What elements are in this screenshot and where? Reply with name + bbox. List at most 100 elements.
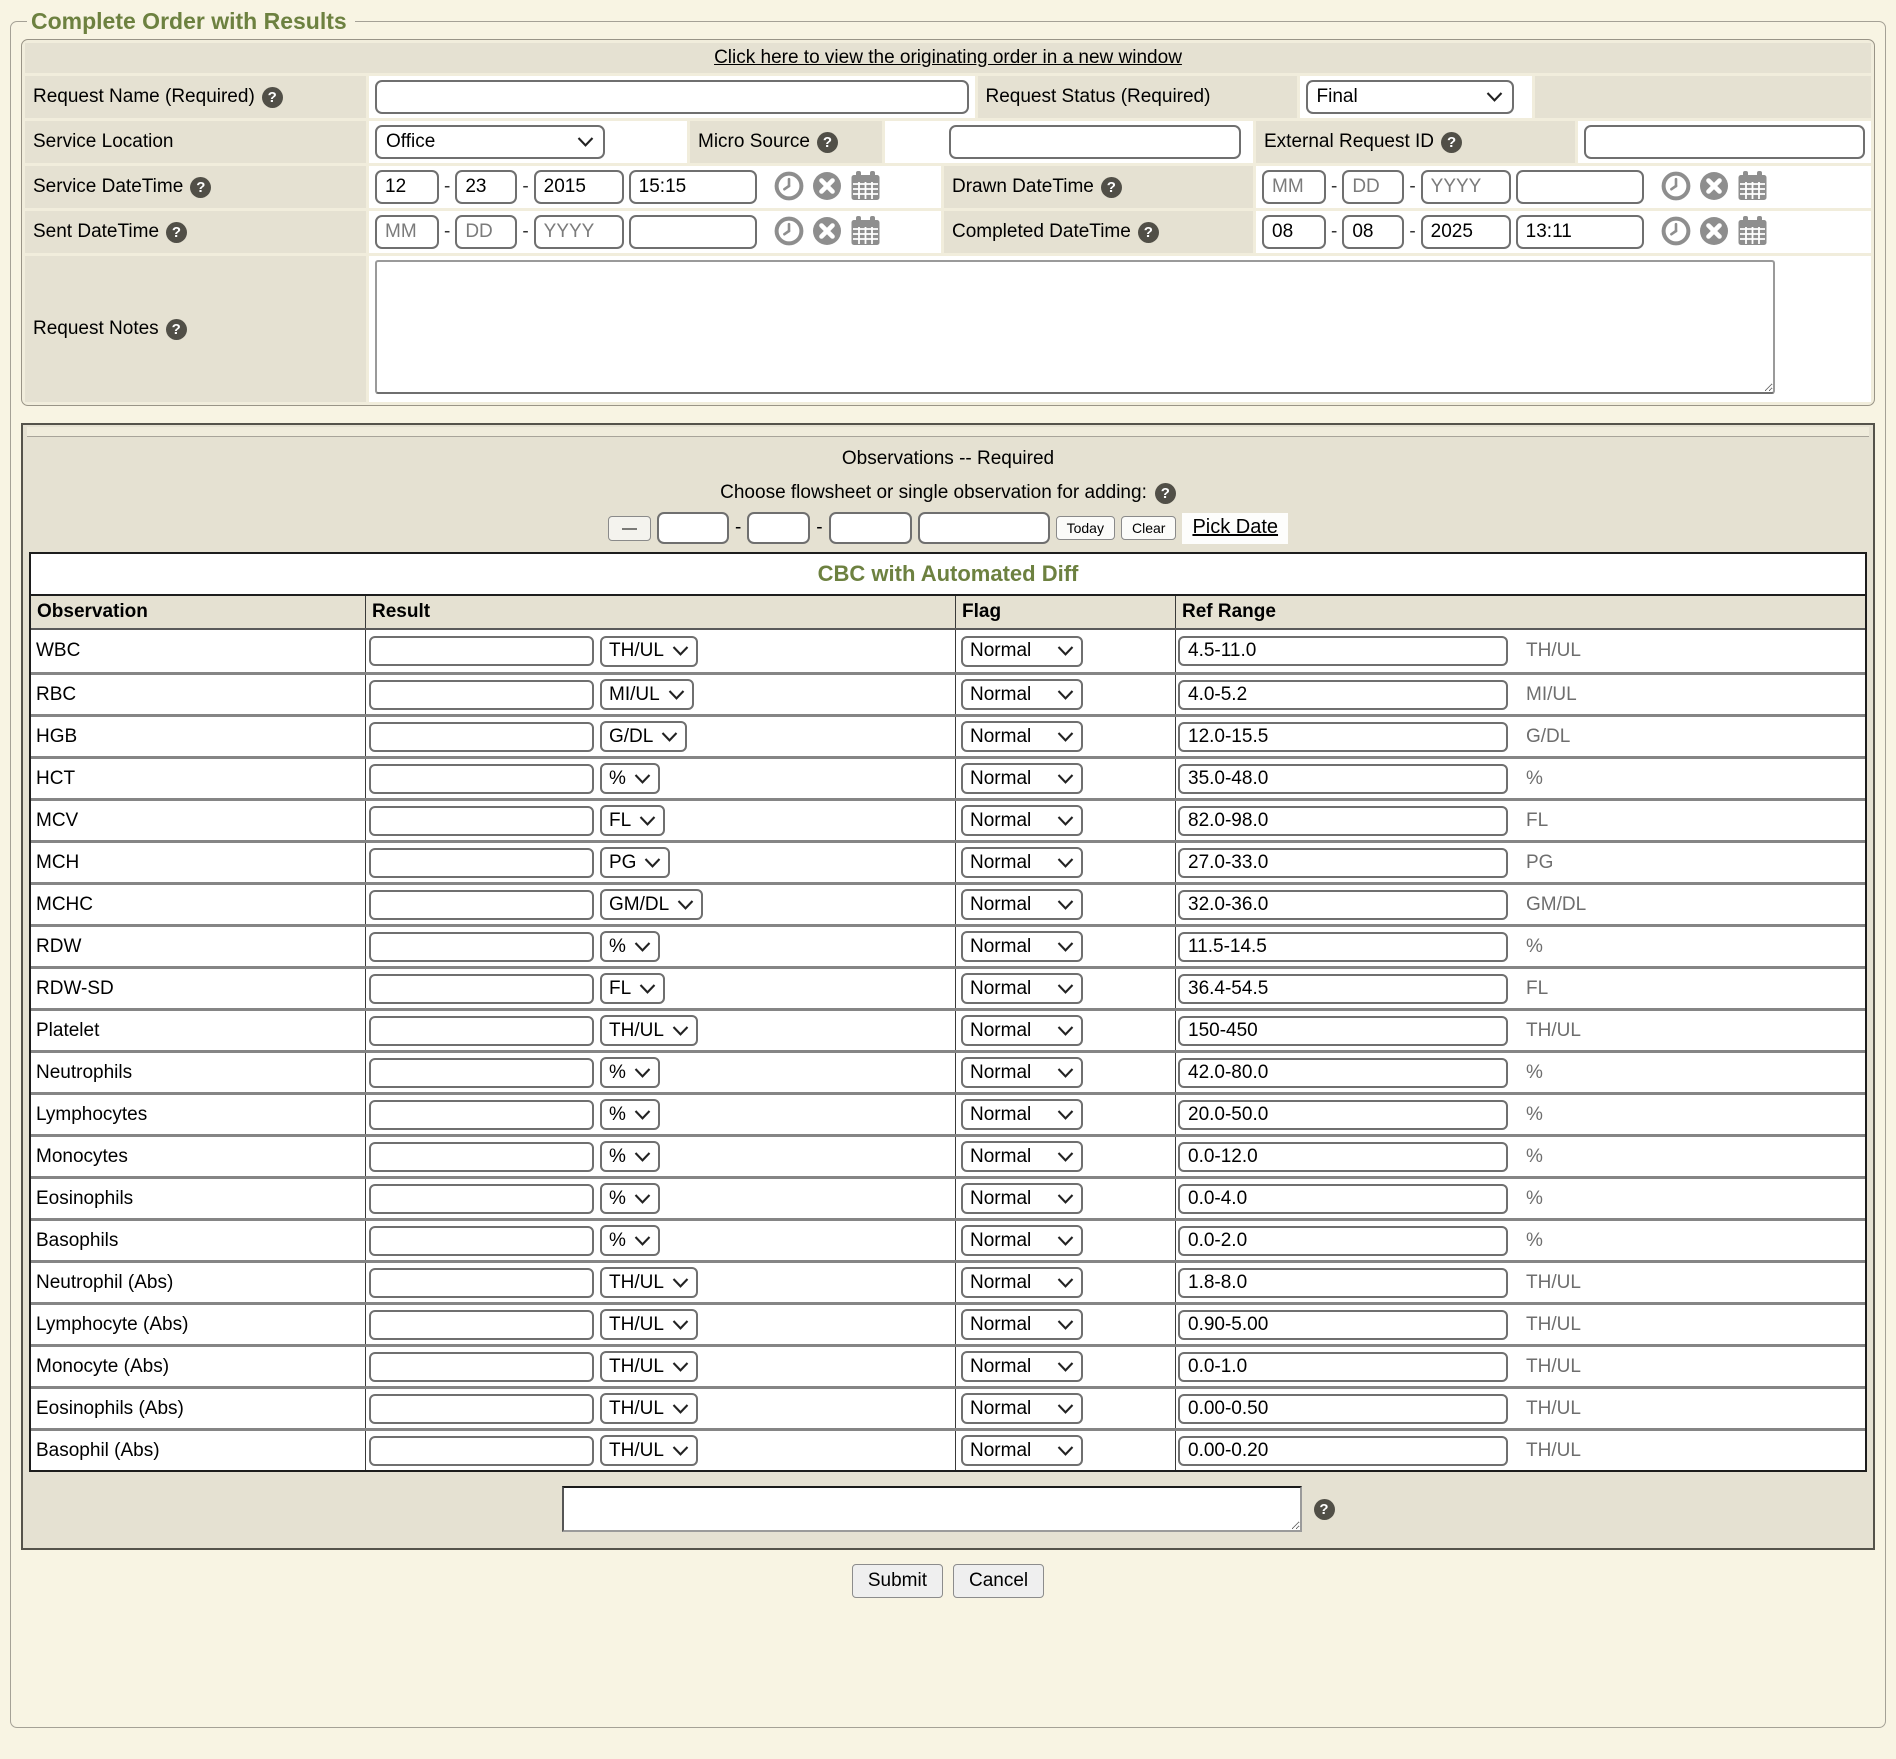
service-location-select[interactable]: Office (375, 125, 605, 159)
flag-select[interactable]: Normal (961, 1141, 1083, 1172)
result-input[interactable] (369, 764, 594, 794)
cancel-button[interactable]: Cancel (953, 1564, 1044, 1598)
service-time-input[interactable] (629, 170, 757, 204)
sent-month-input[interactable] (375, 215, 439, 249)
time-picker-button[interactable] (1661, 171, 1691, 204)
result-input[interactable] (369, 1016, 594, 1046)
result-unit-select[interactable]: MI/UL (600, 679, 694, 710)
result-input[interactable] (369, 680, 594, 710)
help-icon[interactable]: ? (166, 319, 187, 340)
drawn-time-input[interactable] (1516, 170, 1644, 204)
clear-datetime-button[interactable] (812, 216, 842, 249)
drawn-month-input[interactable] (1262, 170, 1326, 204)
ref-range-input[interactable] (1178, 1100, 1508, 1130)
help-icon[interactable]: ? (166, 222, 187, 243)
result-input[interactable] (369, 1394, 594, 1424)
result-unit-select[interactable]: TH/UL (600, 1015, 698, 1046)
help-icon[interactable]: ? (817, 132, 838, 153)
ref-range-input[interactable] (1178, 932, 1508, 962)
ref-range-input[interactable] (1178, 1184, 1508, 1214)
completed-year-input[interactable] (1421, 215, 1511, 249)
ref-range-input[interactable] (1178, 1352, 1508, 1382)
help-icon[interactable]: ? (262, 87, 283, 108)
ref-range-input[interactable] (1178, 764, 1508, 794)
flag-select[interactable]: Normal (961, 889, 1083, 920)
service-day-input[interactable] (455, 170, 517, 204)
ref-range-input[interactable] (1178, 680, 1508, 710)
flag-select[interactable]: Normal (961, 721, 1083, 752)
help-icon[interactable]: ? (1138, 222, 1159, 243)
completed-time-input[interactable] (1516, 215, 1644, 249)
flag-select[interactable]: Normal (961, 1015, 1083, 1046)
time-picker-button[interactable] (774, 216, 804, 249)
result-unit-select[interactable]: TH/UL (600, 1435, 698, 1466)
flag-select[interactable]: Normal (961, 847, 1083, 878)
flag-select[interactable]: Normal (961, 763, 1083, 794)
request-status-select[interactable]: Final (1306, 80, 1514, 114)
external-request-id-input[interactable] (1584, 125, 1865, 159)
time-picker-button[interactable] (774, 171, 804, 204)
today-button[interactable]: Today (1056, 516, 1115, 540)
sent-day-input[interactable] (455, 215, 517, 249)
result-input[interactable] (369, 974, 594, 1004)
obs-date-day-input[interactable] (747, 512, 810, 544)
request-notes-textarea[interactable] (375, 260, 1775, 394)
obs-date-year-input[interactable] (829, 512, 912, 544)
result-unit-select[interactable]: GM/DL (600, 889, 703, 920)
ref-range-input[interactable] (1178, 1226, 1508, 1256)
flag-select[interactable]: Normal (961, 1183, 1083, 1214)
result-input[interactable] (369, 1184, 594, 1214)
completed-month-input[interactable] (1262, 215, 1326, 249)
ref-range-input[interactable] (1178, 974, 1508, 1004)
observation-comment-textarea[interactable] (562, 1486, 1302, 1532)
ref-range-input[interactable] (1178, 1058, 1508, 1088)
help-icon[interactable]: ? (190, 177, 211, 198)
flag-select[interactable]: Normal (961, 1057, 1083, 1088)
service-year-input[interactable] (534, 170, 624, 204)
help-icon[interactable]: ? (1314, 1499, 1335, 1520)
obs-date-time-input[interactable] (918, 512, 1050, 544)
result-input[interactable] (369, 1352, 594, 1382)
result-input[interactable] (369, 1142, 594, 1172)
clear-button[interactable]: Clear (1121, 516, 1176, 540)
result-unit-select[interactable]: % (600, 1183, 660, 1214)
remove-observation-button[interactable]: — (608, 516, 651, 541)
result-unit-select[interactable]: % (600, 1141, 660, 1172)
calendar-picker-button[interactable] (850, 216, 881, 249)
sent-year-input[interactable] (534, 215, 624, 249)
originating-order-link[interactable]: Click here to view the originating order… (714, 47, 1182, 69)
result-unit-select[interactable]: % (600, 763, 660, 794)
help-icon[interactable]: ? (1441, 132, 1462, 153)
flag-select[interactable]: Normal (961, 636, 1083, 667)
result-input[interactable] (369, 1226, 594, 1256)
flag-select[interactable]: Normal (961, 679, 1083, 710)
result-unit-select[interactable]: FL (600, 973, 665, 1004)
service-month-input[interactable] (375, 170, 439, 204)
flag-select[interactable]: Normal (961, 1099, 1083, 1130)
result-unit-select[interactable]: TH/UL (600, 1351, 698, 1382)
result-input[interactable] (369, 722, 594, 752)
flag-select[interactable]: Normal (961, 1435, 1083, 1466)
result-input[interactable] (369, 890, 594, 920)
result-unit-select[interactable]: % (600, 1099, 660, 1130)
flag-select[interactable]: Normal (961, 1225, 1083, 1256)
ref-range-input[interactable] (1178, 890, 1508, 920)
clear-datetime-button[interactable] (1699, 216, 1729, 249)
drawn-year-input[interactable] (1421, 170, 1511, 204)
ref-range-input[interactable] (1178, 806, 1508, 836)
result-unit-select[interactable]: TH/UL (600, 1393, 698, 1424)
ref-range-input[interactable] (1178, 1310, 1508, 1340)
flag-select[interactable]: Normal (961, 805, 1083, 836)
result-unit-select[interactable]: FL (600, 805, 665, 836)
result-input[interactable] (369, 1058, 594, 1088)
calendar-picker-button[interactable] (850, 171, 881, 204)
flag-select[interactable]: Normal (961, 973, 1083, 1004)
completed-day-input[interactable] (1342, 215, 1404, 249)
result-unit-select[interactable]: TH/UL (600, 1267, 698, 1298)
sent-time-input[interactable] (629, 215, 757, 249)
ref-range-input[interactable] (1178, 848, 1508, 878)
result-input[interactable] (369, 1310, 594, 1340)
clear-datetime-button[interactable] (1699, 171, 1729, 204)
flag-select[interactable]: Normal (961, 1309, 1083, 1340)
result-input[interactable] (369, 848, 594, 878)
